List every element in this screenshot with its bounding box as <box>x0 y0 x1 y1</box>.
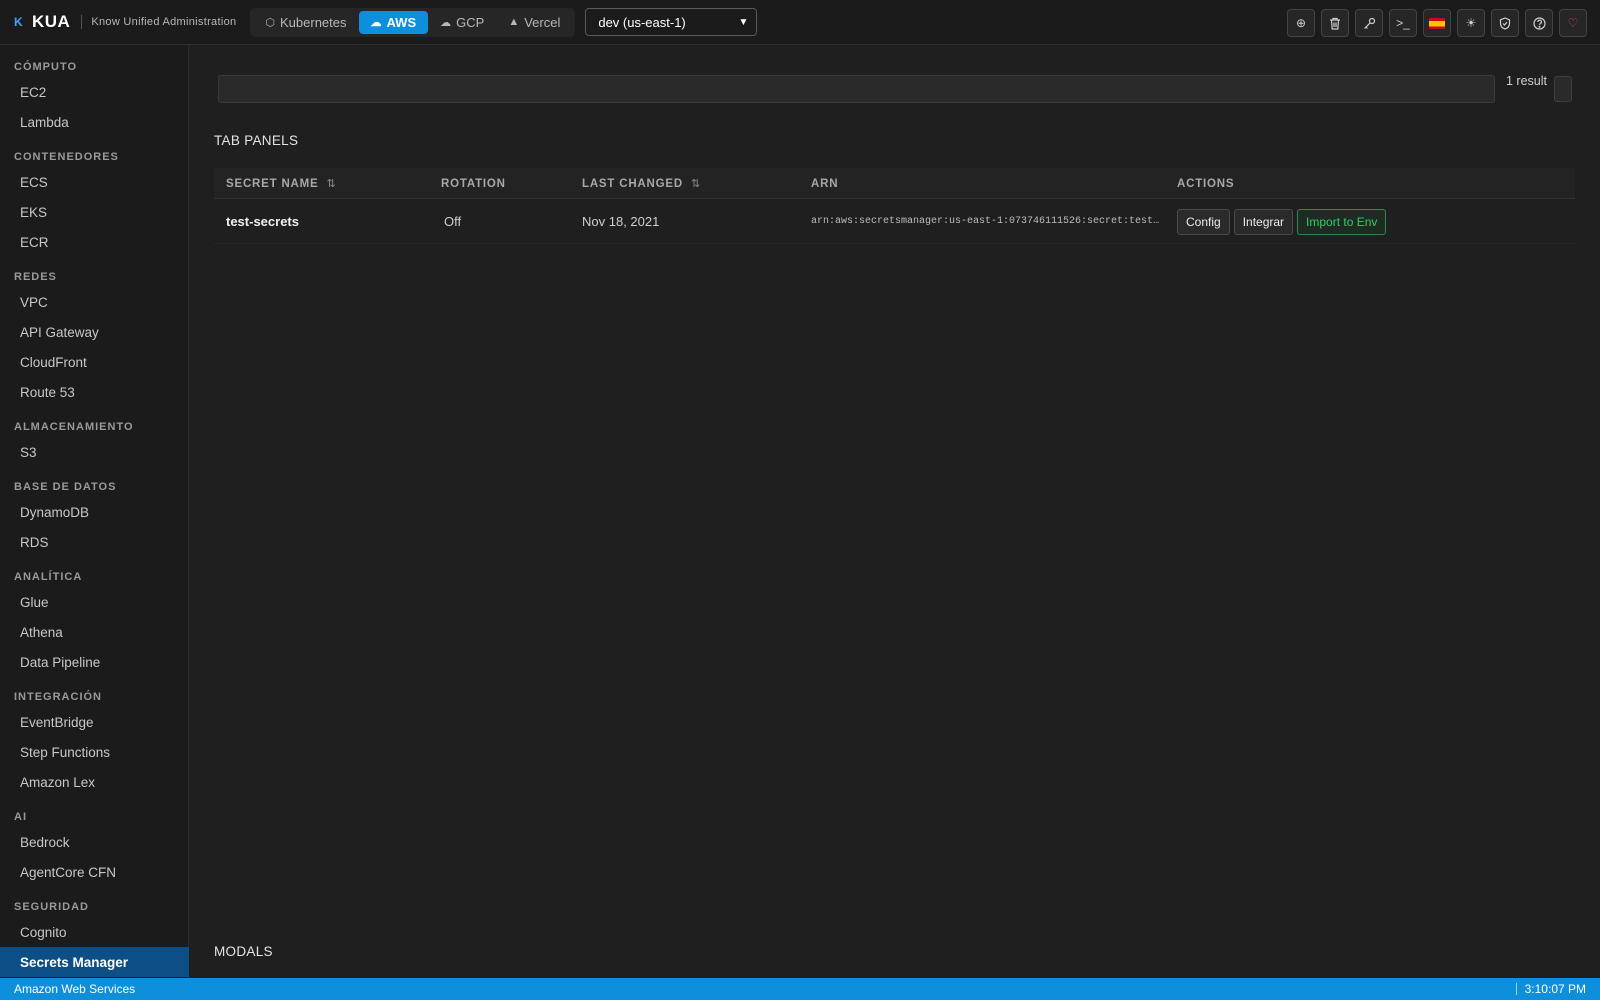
sidebar-item-step-functions[interactable]: Step Functions <box>0 737 189 767</box>
heart-icon[interactable]: ♡ <box>1559 9 1587 37</box>
terminal-icon[interactable]: >_ <box>1389 9 1417 37</box>
sort-icon: ⇅ <box>690 178 701 190</box>
table-header: SECRET NAME ⇅ ROTATION LAST CHANGED ⇅ AR… <box>214 168 1575 199</box>
top-bar: K KUA Know Unified Administration ⬡ Kube… <box>0 0 1600 45</box>
sidebar-item-data-pipeline[interactable]: Data Pipeline <box>0 647 189 677</box>
main-content: 1 result TAB PANELS SECRET NAME ⇅ ROTATI… <box>189 45 1600 978</box>
sidebar-section-title: REDES <box>14 271 57 283</box>
column-label: LAST CHANGED <box>582 177 683 190</box>
sidebar-item-eks[interactable]: EKS <box>0 197 189 227</box>
sidebar-item-agentcore-cfn[interactable]: AgentCore CFN <box>0 857 189 887</box>
column-label: ROTATION <box>441 177 506 190</box>
tab-label: AWS <box>386 14 417 30</box>
column-actions: ACTIONS <box>1177 168 1234 199</box>
sidebar-section-title: BASE DE DATOS <box>14 481 117 493</box>
status-bar: Amazon Web Services 3:10:07 PM <box>0 978 1600 1000</box>
sidebar-section-title: CONTENEDORES <box>14 151 119 163</box>
sidebar-item-ecr[interactable]: ECR <box>0 227 189 257</box>
rotation-cell: Off <box>444 214 462 229</box>
tab-kubernetes[interactable]: ⬡ Kubernetes <box>253 11 358 34</box>
help-icon[interactable] <box>1525 9 1553 37</box>
trash-icon[interactable] <box>1321 9 1349 37</box>
region-select-value: dev (us-east-1) <box>598 14 686 30</box>
sidebar-item-dynamodb[interactable]: DynamoDB <box>0 497 189 527</box>
tab-vercel[interactable]: ▲ Vercel <box>496 11 572 34</box>
sidebar-section-title: ALMACENAMIENTO <box>14 421 134 433</box>
chevron-down-icon: ▼ <box>738 16 749 28</box>
sidebar-item-cloudfront[interactable]: CloudFront <box>0 347 189 377</box>
tab-label: Vercel <box>524 14 561 30</box>
sidebar-section-title: INTEGRACIÓN <box>14 691 102 703</box>
column-secret-name[interactable]: SECRET NAME ⇅ <box>226 168 336 199</box>
sidebar-item-secrets-manager[interactable]: Secrets Manager <box>0 947 189 977</box>
app-name: KUA <box>32 12 71 31</box>
column-label: SECRET NAME <box>226 177 319 190</box>
sidebar-item-vpc[interactable]: VPC <box>0 287 189 317</box>
sidebar: CÓMPUTO EC2 Lambda CONTENEDORES ECS EKS … <box>0 45 189 978</box>
secrets-table: SECRET NAME ⇅ ROTATION LAST CHANGED ⇅ AR… <box>214 168 1575 244</box>
sidebar-item-ecs[interactable]: ECS <box>0 167 189 197</box>
filter-button[interactable] <box>1554 76 1572 102</box>
tab-gcp[interactable]: ☁ GCP <box>428 11 496 34</box>
column-arn: ARN <box>811 168 838 199</box>
status-divider <box>1515 983 1517 995</box>
sidebar-item-s3[interactable]: S3 <box>0 437 189 467</box>
region-select[interactable]: dev (us-east-1) ▼ <box>585 8 758 36</box>
sidebar-item-rds[interactable]: RDS <box>0 527 189 557</box>
search-input[interactable] <box>218 75 1495 103</box>
logo-divider <box>81 15 83 29</box>
sidebar-item-lambda[interactable]: Lambda <box>0 107 189 137</box>
arn-cell: arn:aws:secretsmanager:us-east-1:0737461… <box>811 216 1161 227</box>
sidebar-item-athena[interactable]: Athena <box>0 617 189 647</box>
config-button[interactable]: Config <box>1177 208 1230 235</box>
sidebar-item-ec2[interactable]: EC2 <box>0 77 189 107</box>
provider-tabs: ⬡ Kubernetes ☁ AWS ☁ GCP ▲ Vercel <box>250 7 576 37</box>
tab-panels-heading: TAB PANELS <box>214 133 299 148</box>
result-count: 1 result <box>1506 74 1547 88</box>
status-provider: Amazon Web Services <box>14 982 136 996</box>
sort-icon: ⇅ <box>326 178 336 190</box>
sidebar-item-cognito[interactable]: Cognito <box>0 917 189 947</box>
sun-icon[interactable]: ☀ <box>1457 9 1485 37</box>
last-changed-cell: Nov 18, 2021 <box>582 214 660 229</box>
column-label: ARN <box>811 177 839 190</box>
cube-icon: ⬡ <box>265 16 276 29</box>
toolbar: ⊕ >_ ☀ ♡ <box>1287 9 1587 37</box>
column-last-changed[interactable]: LAST CHANGED ⇅ <box>582 168 700 199</box>
sidebar-item-eventbridge[interactable]: EventBridge <box>0 707 189 737</box>
sidebar-item-route-53[interactable]: Route 53 <box>0 377 189 407</box>
column-label: ACTIONS <box>1177 177 1235 190</box>
secret-name-cell[interactable]: test-secrets <box>226 199 299 244</box>
app-logo[interactable]: K KUA Know Unified Administration <box>14 12 236 32</box>
integrar-button[interactable]: Integrar <box>1233 208 1294 235</box>
cloud-icon: ☁ <box>370 16 382 29</box>
app-subtitle: Know Unified Administration <box>91 16 237 28</box>
status-time: 3:10:07 PM <box>1524 982 1586 996</box>
plus-circle-icon[interactable]: ⊕ <box>1287 9 1315 37</box>
sidebar-section-title: AI <box>14 811 27 823</box>
sidebar-section-title: ANALÍTICA <box>14 571 83 583</box>
import-to-env-button[interactable]: Import to Env <box>1297 208 1387 235</box>
sidebar-item-glue[interactable]: Glue <box>0 587 189 617</box>
modals-heading: MODALS <box>214 944 273 959</box>
tab-label: Kubernetes <box>280 14 347 30</box>
logo-mark-icon: K <box>14 15 23 29</box>
tab-aws[interactable]: ☁ AWS <box>358 10 429 34</box>
triangle-icon: ▲ <box>508 16 520 28</box>
sidebar-item-bedrock[interactable]: Bedrock <box>0 827 189 857</box>
shield-icon[interactable] <box>1491 9 1519 37</box>
cloud-upload-icon: ☁ <box>440 16 452 29</box>
status-right: 3:10:07 PM <box>1515 982 1586 996</box>
key-icon[interactable] <box>1355 9 1383 37</box>
spain-flag-icon[interactable] <box>1423 9 1451 37</box>
sidebar-item-amazon-lex[interactable]: Amazon Lex <box>0 767 189 797</box>
column-rotation: ROTATION <box>441 168 506 199</box>
sidebar-item-api-gateway[interactable]: API Gateway <box>0 317 189 347</box>
sidebar-section-title: CÓMPUTO <box>14 61 78 73</box>
table-row[interactable]: test-secrets Off Nov 18, 2021 arn:aws:se… <box>214 199 1575 244</box>
actions-cell: Config Integrar Import to Env <box>1177 199 1390 244</box>
tab-label: GCP <box>456 14 485 30</box>
sidebar-section-title: SEGURIDAD <box>14 901 90 913</box>
